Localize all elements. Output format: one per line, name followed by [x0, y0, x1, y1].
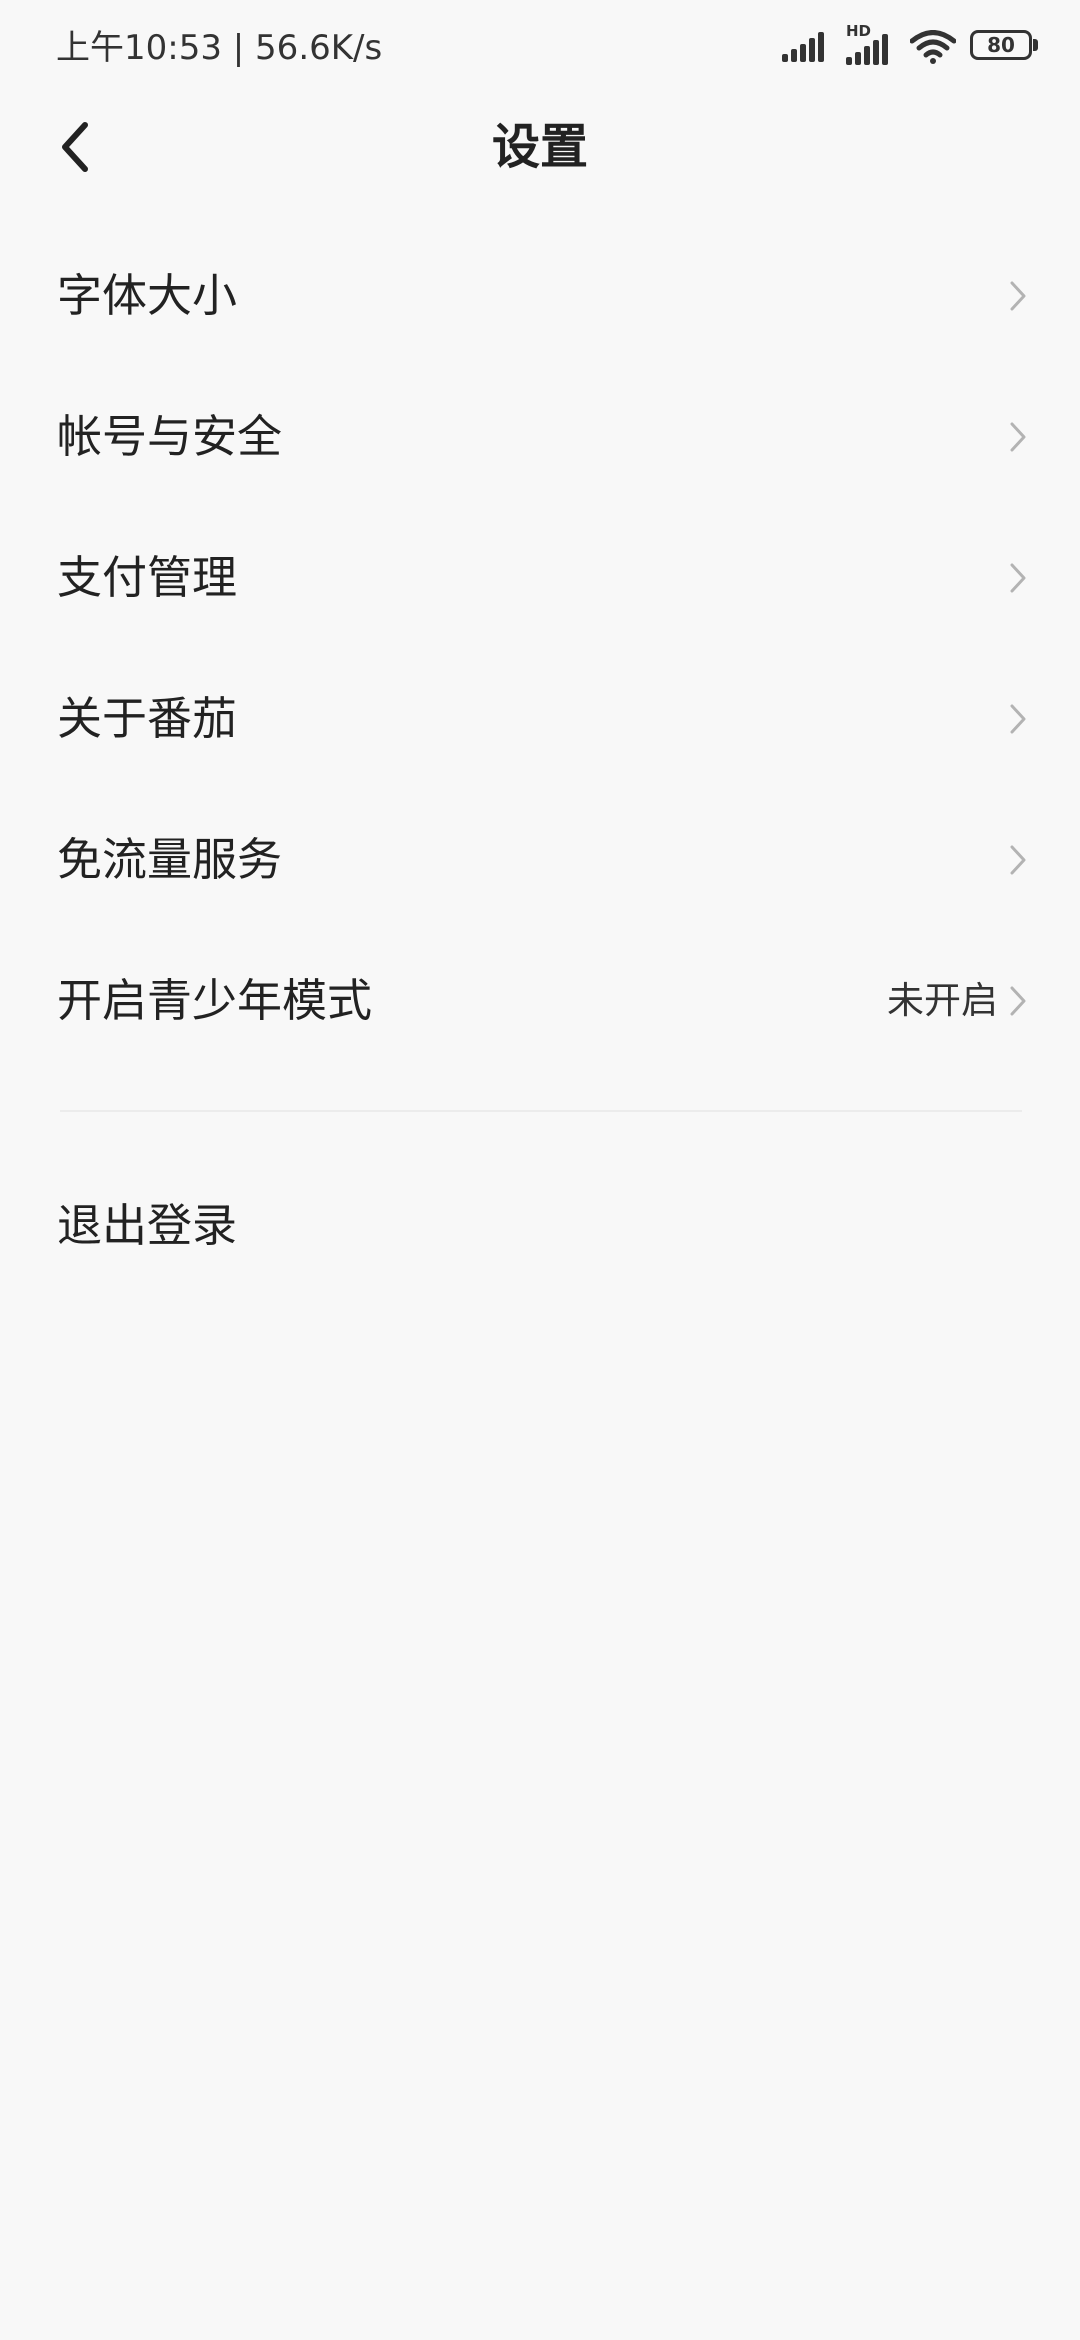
settings-list: 字体大小 帐号与安全 支付管理 关于番茄 免流量服务 开启青少年模式 未开启: [0, 225, 1080, 1071]
setting-font-size[interactable]: 字体大小: [0, 225, 1080, 366]
page-title: 设置: [491, 119, 588, 175]
chevron-right-icon: [1010, 563, 1026, 593]
setting-payment-management[interactable]: 支付管理: [0, 507, 1080, 648]
setting-label: 字体大小: [57, 269, 238, 322]
logout-label: 退出登录: [57, 1199, 238, 1252]
setting-account-security[interactable]: 帐号与安全: [0, 366, 1080, 507]
setting-label: 支付管理: [57, 551, 238, 604]
battery-tip: [1033, 39, 1038, 51]
status-icons: HD 80: [782, 22, 1040, 72]
setting-label: 帐号与安全: [57, 410, 283, 463]
section-divider: [60, 1110, 1022, 1112]
hd-signal-icon: HD: [846, 23, 896, 67]
status-bar: 上午10:53 | 56.6K/s HD 80: [0, 0, 1080, 96]
setting-label: 关于番茄: [57, 692, 238, 745]
top-bar: 设置: [0, 96, 1080, 246]
signal-icon: [782, 32, 824, 62]
setting-label: 开启青少年模式: [57, 974, 373, 1027]
chevron-right-icon: [1010, 845, 1026, 875]
setting-teen-mode[interactable]: 开启青少年模式 未开启: [0, 930, 1080, 1071]
battery-level: 80: [987, 33, 1015, 57]
chevron-right-icon: [1010, 422, 1026, 452]
setting-about[interactable]: 关于番茄: [0, 648, 1080, 789]
battery-icon: 80: [970, 30, 1040, 64]
setting-free-data-service[interactable]: 免流量服务: [0, 789, 1080, 930]
settings-screen: 上午10:53 | 56.6K/s HD 80 设置 字体大小 帐号与安全 支付…: [0, 0, 1080, 2340]
logout-button[interactable]: 退出登录: [0, 1155, 1080, 1296]
status-time-speed: 上午10:53 | 56.6K/s: [56, 28, 383, 68]
chevron-right-icon: [1010, 986, 1026, 1016]
hd-signal-bars-icon: [846, 34, 888, 65]
teen-mode-status: 未开启: [887, 979, 998, 1022]
wifi-icon: [910, 30, 956, 64]
chevron-right-icon: [1010, 704, 1026, 734]
setting-label: 免流量服务: [57, 833, 283, 886]
chevron-right-icon: [1010, 281, 1026, 311]
